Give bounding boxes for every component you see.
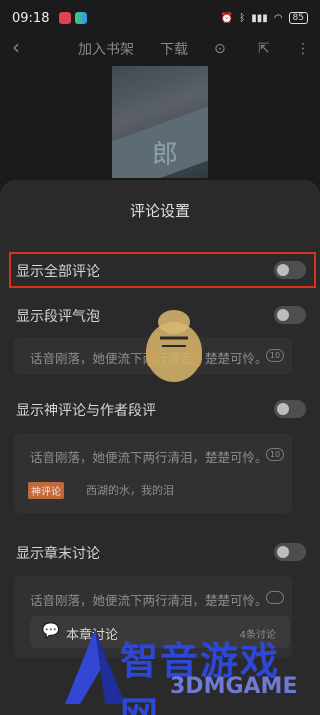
share-icon[interactable]: ⇱: [258, 41, 270, 57]
bluetooth-icon: ᛒ: [239, 12, 246, 24]
setting-label: 显示章末讨论: [16, 546, 100, 562]
top-nav: ‹ 加入书架 下载 ⊙ ⇱ ⋮: [0, 36, 320, 62]
status-time: 09:18: [12, 10, 50, 26]
preview-text: 话音刚落，她便流下两行清泪，楚楚可怜。: [30, 593, 268, 608]
back-icon[interactable]: ‹: [12, 36, 20, 58]
comment-settings-icon[interactable]: ⊙: [214, 41, 226, 57]
sheet-title: 评论设置: [129, 202, 190, 220]
add-to-shelf-button[interactable]: 加入书架: [78, 39, 134, 59]
comment-bubble-icon: 10: [266, 448, 284, 461]
setting-row-chapter-end[interactable]: 显示章末讨论: [0, 537, 320, 567]
app-notification-icon: [59, 12, 72, 24]
preview-text: 话音刚落，她便流下两行清泪，楚楚可怜。: [30, 450, 268, 465]
setting-label: 显示神评论与作者段评: [16, 403, 156, 419]
alarm-icon: ⏰: [220, 12, 234, 24]
status-bar: 09:18 ⏰ ᛒ ▮▮▮ ◠ 85: [0, 0, 320, 36]
toggle-god-comments[interactable]: [274, 400, 306, 418]
download-button[interactable]: 下载: [160, 39, 188, 59]
watermark-subtitle: 3DMGAME: [170, 674, 298, 699]
signal-icon: ▮▮▮: [251, 12, 268, 24]
setting-label: 显示段评气泡: [16, 309, 100, 325]
status-icons: ⏰ ᛒ ▮▮▮ ◠ 85: [221, 12, 308, 24]
battery-icon: 85: [288, 12, 308, 24]
watermark-title: 智音游戏网: [120, 639, 281, 715]
toggle-paragraph-bubble[interactable]: [274, 306, 306, 324]
wifi-icon: ◠: [273, 12, 283, 24]
comment-bubble-icon: 10: [266, 349, 284, 362]
setting-row-show-all-comments[interactable]: 显示全部评论: [0, 255, 320, 285]
god-comment-tag: 神评论: [28, 482, 64, 499]
toggle-show-all-comments[interactable]: [274, 261, 306, 279]
mascot-illustration: [146, 310, 202, 382]
site-watermark: 智音游戏网 3DMGAME: [50, 622, 318, 715]
toggle-chapter-end[interactable]: [274, 543, 306, 561]
comment-bubble-icon: [266, 591, 284, 604]
more-icon[interactable]: ⋮: [296, 41, 310, 57]
book-cover: 郎: [112, 66, 208, 178]
preview-card: 话音刚落，她便流下两行清泪，楚楚可怜。 10: [14, 433, 292, 513]
god-comment-text: 西湖的水，我的泪: [86, 484, 174, 497]
app-notification-icon: [75, 12, 88, 24]
setting-row-god-comments[interactable]: 显示神评论与作者段评: [0, 394, 320, 424]
setting-label: 显示全部评论: [16, 264, 100, 280]
